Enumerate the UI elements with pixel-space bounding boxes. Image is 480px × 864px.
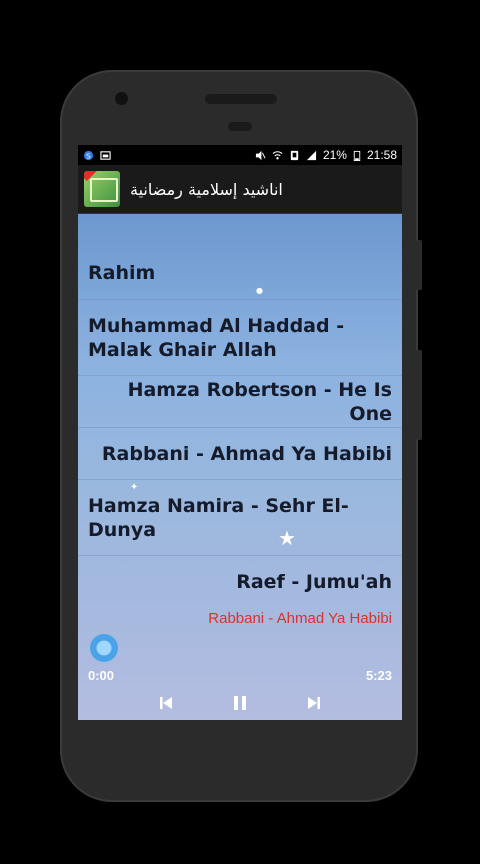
device-screen: S 21% 21:58 اناشيد إسلامية رمضانية ● ✦ ★… — [78, 145, 402, 720]
song-title: Hamza Namira - Sehr El-Dunya — [88, 494, 349, 541]
battery-icon — [353, 150, 361, 161]
skip-next-icon — [308, 697, 320, 709]
total-time: 5:23 — [365, 668, 392, 683]
song-title: Raef - Jumu'ah — [236, 571, 392, 593]
earpiece-speaker — [205, 94, 277, 104]
song-list-item[interactable]: Hamza Robertson - He Is One — [78, 376, 402, 428]
song-title: Muhammad Al Haddad - Malak Ghair Allah — [88, 314, 345, 361]
song-list-item[interactable]: Muhammad Al Haddad - Malak Ghair Allah — [78, 300, 402, 376]
gallery-icon — [100, 150, 111, 160]
mute-icon — [255, 150, 266, 160]
previous-button[interactable] — [155, 692, 177, 714]
sync-icon: S — [83, 150, 94, 160]
pause-icon — [234, 696, 246, 710]
current-time: 0:00 — [88, 668, 115, 683]
song-title: Rabbani - Ahmad Ya Habibi — [101, 442, 392, 465]
seek-bar-knob[interactable] — [90, 634, 118, 662]
battery-percent: 21% — [322, 148, 347, 162]
nfc-icon — [290, 150, 299, 160]
app-title: اناشيد إسلامية رمضانية — [130, 179, 283, 199]
song-list: Rahim Muhammad Al Haddad - Malak Ghair A… — [78, 214, 402, 608]
pause-button[interactable] — [229, 692, 251, 714]
front-camera — [115, 92, 128, 105]
now-playing-title: Rabbani - Ahmad Ya Habibi — [208, 610, 392, 627]
song-list-item[interactable]: Rabbani - Ahmad Ya Habibi — [78, 428, 402, 480]
volume-button — [416, 240, 422, 290]
next-button[interactable] — [303, 692, 325, 714]
song-list-item[interactable]: Raef - Jumu'ah — [78, 556, 402, 608]
clock: 21:58 — [366, 148, 397, 162]
wifi-icon — [272, 150, 283, 159]
song-title: Rahim — [88, 262, 156, 284]
skip-previous-icon — [160, 697, 172, 709]
song-list-item[interactable]: Rahim — [78, 214, 402, 300]
song-list-item[interactable]: Hamza Namira - Sehr El-Dunya — [78, 480, 402, 556]
app-bar: اناشيد إسلامية رمضانية — [78, 165, 402, 214]
player-controls — [78, 690, 402, 716]
signal-icon — [306, 150, 317, 160]
song-title: Hamza Robertson - He Is One — [127, 378, 392, 425]
status-bar: S 21% 21:58 — [78, 145, 402, 165]
app-logo-icon[interactable] — [84, 171, 120, 207]
song-list-panel: ● ✦ ★ Rahim Muhammad Al Haddad - Malak G… — [78, 214, 402, 720]
svg-text:S: S — [86, 151, 91, 160]
proximity-sensor — [228, 122, 252, 131]
power-button — [416, 350, 422, 440]
